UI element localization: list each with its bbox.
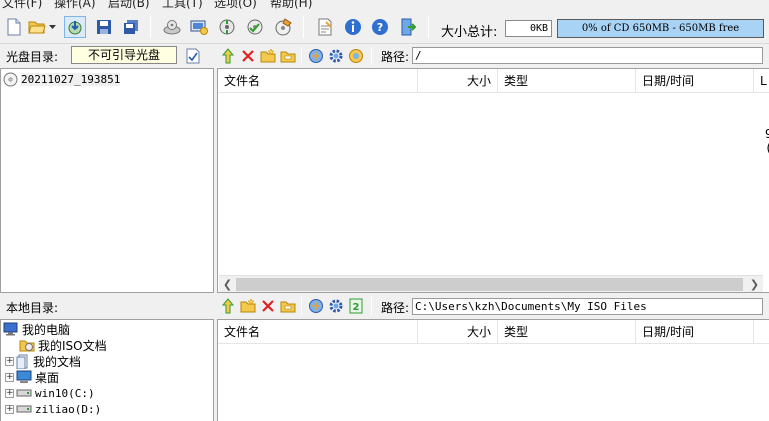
column-filename[interactable]: 文件名 bbox=[218, 69, 418, 93]
svg-text:2: 2 bbox=[353, 302, 360, 313]
disc-root-item[interactable]: 20211027_193851 bbox=[3, 71, 121, 87]
column-size[interactable]: 大小 bbox=[418, 320, 498, 344]
create-cd-icon[interactable] bbox=[272, 16, 294, 38]
cd-icon bbox=[3, 72, 18, 86]
info-icon[interactable] bbox=[342, 16, 364, 38]
disc-horizontal-scrollbar[interactable]: ❮ ❯ bbox=[219, 275, 763, 292]
column-type[interactable]: 类型 bbox=[498, 320, 636, 344]
local-column-header: 文件名 大小 类型 日期/时间 bbox=[218, 320, 769, 344]
local-rename-icon[interactable] bbox=[279, 297, 297, 315]
local-view-icon[interactable] bbox=[307, 297, 325, 315]
boot-properties-icon[interactable] bbox=[184, 47, 202, 65]
disc-root-label: 20211027_193851 bbox=[21, 72, 121, 86]
scroll-right-arrow[interactable]: ❯ bbox=[746, 276, 763, 293]
scroll-left-arrow[interactable]: ❮ bbox=[219, 276, 236, 293]
save-as-icon[interactable] bbox=[120, 16, 142, 38]
compress-icon[interactable] bbox=[216, 16, 238, 38]
local-refresh-icon[interactable]: 2 bbox=[347, 297, 365, 315]
tree-label: win10(C:) bbox=[35, 386, 95, 400]
tree-label: 桌面 bbox=[35, 370, 60, 385]
expand-icon[interactable]: + bbox=[5, 404, 14, 414]
tree-item-desktop[interactable]: + 桌面 bbox=[5, 369, 59, 385]
toolbar-separator bbox=[150, 16, 151, 38]
save-icon[interactable] bbox=[93, 16, 115, 38]
exit-icon[interactable] bbox=[397, 16, 419, 38]
size-total-value: 0KB bbox=[505, 20, 552, 37]
expand-icon[interactable]: + bbox=[5, 388, 14, 398]
local-path-field[interactable]: C:\Users\kzh\Documents\My ISO Files bbox=[412, 298, 763, 315]
drive-icon bbox=[16, 389, 32, 397]
scroll-thumb[interactable] bbox=[236, 278, 743, 291]
separator bbox=[301, 47, 302, 65]
column-filename[interactable]: 文件名 bbox=[218, 320, 418, 344]
local-tree-pane: 我的电脑 我的ISO文档 + 我的文档 + 桌面 + win10(C:) + z… bbox=[0, 319, 214, 421]
disc-tree-pane: 20211027_193851 bbox=[0, 68, 214, 293]
help-icon[interactable]: ? bbox=[369, 16, 391, 38]
local-directory-label: 本地目录: bbox=[6, 301, 59, 315]
column-datetime-label: 日期/时间 bbox=[642, 74, 695, 88]
extract-icon[interactable] bbox=[64, 16, 86, 38]
menu-bar: 文件(F) 操作(A) 启动(B) 工具(T) 选项(O) 帮助(H) bbox=[0, 0, 769, 10]
tree-item-my-iso[interactable]: 我的ISO文档 bbox=[19, 337, 107, 353]
separator bbox=[301, 297, 302, 315]
column-datetime[interactable]: 日期/时间 bbox=[636, 69, 754, 93]
capacity-bar: 0% of CD 650MB - 650MB free bbox=[557, 19, 764, 38]
expand-icon[interactable]: + bbox=[5, 356, 14, 366]
new-icon[interactable] bbox=[3, 16, 25, 38]
tree-label: 我的电脑 bbox=[22, 322, 71, 337]
properties-icon[interactable] bbox=[314, 16, 336, 38]
delete-icon[interactable] bbox=[239, 47, 257, 65]
tree-label: 我的ISO文档 bbox=[38, 338, 107, 353]
refresh-icon[interactable] bbox=[347, 47, 365, 65]
main-toolbar: ? 大小总计: 0KB 0% of CD 650MB - 650MB free bbox=[0, 10, 769, 44]
rename-icon[interactable] bbox=[279, 47, 297, 65]
disc-column-header: 文件名 大小 类型 日期/时间 L bbox=[218, 69, 769, 93]
local-delete-icon[interactable] bbox=[259, 297, 277, 315]
column-type[interactable]: 类型 bbox=[498, 69, 636, 93]
disc-path-label: 路径: bbox=[381, 50, 410, 64]
tree-item-drive-c[interactable]: + win10(C:) bbox=[5, 385, 95, 401]
local-settings-gear-icon[interactable] bbox=[327, 297, 345, 315]
separator bbox=[371, 47, 372, 65]
tree-item-my-documents[interactable]: + 我的文档 bbox=[5, 353, 81, 369]
tree-label: ziliao(D:) bbox=[35, 402, 102, 416]
column-size[interactable]: 大小 bbox=[418, 69, 498, 93]
mount-icon[interactable] bbox=[188, 16, 210, 38]
svg-text:?: ? bbox=[377, 21, 383, 34]
up-folder-icon[interactable] bbox=[219, 47, 237, 65]
disc-file-list[interactable]: 文件名 大小 类型 日期/时间 L bbox=[217, 68, 769, 293]
expand-icon[interactable]: + bbox=[5, 372, 14, 382]
local-new-folder-icon[interactable] bbox=[239, 297, 257, 315]
column-datetime[interactable]: 日期/时间 bbox=[636, 320, 754, 344]
toolbar-separator bbox=[428, 16, 429, 38]
tree-item-drive-d[interactable]: + ziliao(D:) bbox=[5, 401, 101, 417]
dropdown-arrow-icon[interactable] bbox=[46, 16, 58, 38]
size-total-label: 大小总计: bbox=[441, 25, 498, 40]
tree-label: 我的文档 bbox=[33, 354, 82, 369]
settings-gear-icon[interactable] bbox=[327, 47, 345, 65]
new-folder-icon[interactable] bbox=[259, 47, 277, 65]
column-extra[interactable]: L bbox=[754, 69, 769, 93]
disc-type-field[interactable]: 不可引导光盘 bbox=[71, 46, 177, 64]
computer-icon bbox=[3, 322, 18, 336]
clipped-text: ( bbox=[765, 141, 769, 155]
open-icon[interactable] bbox=[26, 16, 48, 38]
toolbar-separator bbox=[303, 16, 304, 38]
separator bbox=[371, 297, 372, 315]
desktop-icon bbox=[16, 370, 32, 383]
verify-icon[interactable] bbox=[244, 16, 266, 38]
local-path-label: 路径: bbox=[381, 301, 410, 315]
tree-item-my-computer[interactable]: 我的电脑 bbox=[3, 321, 70, 337]
documents-icon bbox=[16, 354, 28, 369]
clipped-text: 9 bbox=[765, 127, 769, 141]
view-icon[interactable] bbox=[307, 47, 325, 65]
disc-path-field[interactable]: / bbox=[412, 47, 763, 64]
drive-icon bbox=[16, 405, 32, 413]
burn-icon[interactable] bbox=[161, 16, 183, 38]
disc-directory-label: 光盘目录: bbox=[6, 50, 59, 64]
local-up-folder-icon[interactable] bbox=[219, 297, 237, 315]
iso-folder-icon bbox=[19, 340, 35, 352]
local-file-list[interactable]: 文件名 大小 类型 日期/时间 bbox=[217, 319, 769, 421]
